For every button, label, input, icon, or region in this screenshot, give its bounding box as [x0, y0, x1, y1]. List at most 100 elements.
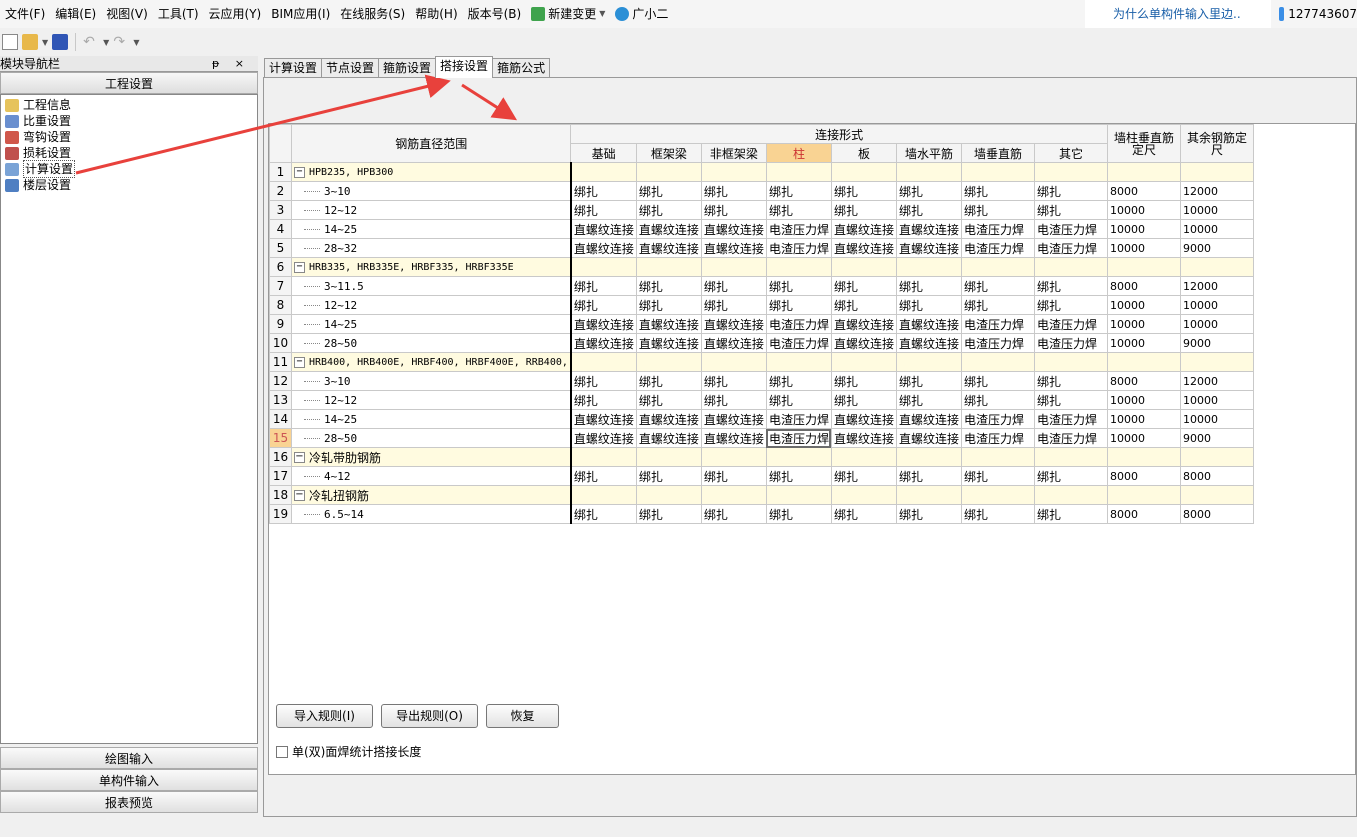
empty-cell[interactable] [960, 447, 1035, 467]
import-rules-button[interactable]: 导入规则(I) [276, 704, 373, 728]
diameter-range-cell[interactable]: 28~50 [290, 428, 572, 448]
connect-cell-foundation[interactable]: 绑扎 [569, 504, 637, 524]
open-folder-icon[interactable] [22, 34, 38, 50]
col-header-column[interactable]: 柱 [765, 143, 832, 163]
collapse-icon[interactable]: − [294, 166, 305, 178]
connect-cell-column[interactable]: 电渣压力焊 [765, 428, 832, 448]
col-header-nonframe-beam[interactable]: 非框架梁 [700, 143, 767, 163]
wall-length-cell[interactable]: 10000 [1106, 200, 1181, 220]
connect-cell-wall-vertical[interactable]: 绑扎 [960, 181, 1035, 201]
connect-cell-other[interactable]: 电渣压力焊 [1033, 409, 1108, 429]
connect-cell-slab[interactable]: 绑扎 [830, 371, 897, 391]
table-row[interactable]: 14 14~25 直螺纹连接 直螺纹连接 直螺纹连接 电渣压力焊 直螺纹连接 直螺纹连接 电渣压… [269, 409, 1254, 429]
wall-length-cell[interactable]: 10000 [1106, 295, 1181, 315]
connect-cell-wall-vertical[interactable]: 绑扎 [960, 504, 1035, 524]
menu-cloud[interactable]: 云应用(Y) [204, 0, 267, 28]
connect-cell-slab[interactable]: 直螺纹连接 [830, 428, 897, 448]
wall-length-cell[interactable]: 8000 [1106, 466, 1181, 486]
weld-lap-checkbox[interactable] [276, 745, 288, 758]
diameter-range-cell[interactable]: 14~25 [290, 219, 572, 239]
other-length-cell[interactable]: 12000 [1179, 181, 1254, 201]
connect-cell-wall-vertical[interactable]: 电渣压力焊 [960, 333, 1035, 353]
connect-cell-frame-beam[interactable]: 绑扎 [635, 390, 702, 410]
collapse-icon[interactable]: − [294, 451, 305, 463]
other-length-cell[interactable]: 12000 [1179, 371, 1254, 391]
restore-button[interactable]: 恢复 [486, 704, 559, 728]
menu-bim[interactable]: BIM应用(I) [266, 0, 335, 28]
connect-cell-nonframe-beam[interactable]: 直螺纹连接 [700, 428, 767, 448]
connect-cell-nonframe-beam[interactable]: 直螺纹连接 [700, 314, 767, 334]
connect-cell-slab[interactable]: 绑扎 [830, 390, 897, 410]
row-number[interactable]: 5 [269, 238, 292, 258]
menu-version[interactable]: 版本号(B) [463, 0, 527, 28]
chevron-down-icon[interactable]: ▼ [42, 38, 48, 47]
connect-cell-slab[interactable]: 直螺纹连接 [830, 333, 897, 353]
connect-cell-frame-beam[interactable]: 绑扎 [635, 295, 702, 315]
connect-cell-slab[interactable]: 绑扎 [830, 276, 897, 296]
connect-cell-nonframe-beam[interactable]: 绑扎 [700, 466, 767, 486]
row-number[interactable]: 13 [269, 390, 292, 410]
table-row[interactable]: 3 12~12 绑扎 绑扎 绑扎 绑扎 绑扎 绑扎 绑扎 绑扎 10000 10000 [269, 200, 1254, 220]
connect-cell-wall-horizontal[interactable]: 绑扎 [895, 200, 962, 220]
col-header-wall-horizontal[interactable]: 墙水平筋 [895, 143, 962, 163]
other-length-cell[interactable]: 10000 [1179, 219, 1254, 239]
connect-cell-slab[interactable]: 绑扎 [830, 200, 897, 220]
diameter-range-cell[interactable]: 3~10 [290, 371, 572, 391]
nav-drawing-input[interactable]: 绘图输入 [0, 747, 258, 769]
connect-cell-wall-vertical[interactable]: 绑扎 [960, 371, 1035, 391]
empty-cell[interactable] [960, 352, 1035, 372]
menu-help[interactable]: 帮助(H) [410, 0, 462, 28]
empty-cell[interactable] [830, 485, 897, 505]
connect-cell-other[interactable]: 绑扎 [1033, 200, 1108, 220]
connect-cell-nonframe-beam[interactable]: 直螺纹连接 [700, 238, 767, 258]
connect-cell-slab[interactable]: 绑扎 [830, 181, 897, 201]
menu-view[interactable]: 视图(V) [101, 0, 153, 28]
row-number[interactable]: 16 [269, 447, 292, 467]
row-number[interactable]: 17 [269, 466, 292, 486]
connect-cell-wall-horizontal[interactable]: 绑扎 [895, 295, 962, 315]
diameter-range-cell[interactable]: 12~12 [290, 200, 572, 220]
tree-item-hook[interactable]: 弯钩设置 [1, 129, 257, 145]
tab-stirrup-settings[interactable]: 箍筋设置 [378, 58, 437, 78]
connect-cell-foundation[interactable]: 直螺纹连接 [569, 314, 637, 334]
connect-cell-foundation[interactable]: 绑扎 [569, 371, 637, 391]
connect-cell-wall-horizontal[interactable]: 直螺纹连接 [895, 238, 962, 258]
connect-cell-other[interactable]: 电渣压力焊 [1033, 333, 1108, 353]
empty-cell[interactable] [635, 485, 702, 505]
connect-cell-wall-horizontal[interactable]: 绑扎 [895, 466, 962, 486]
section-project-settings[interactable]: 工程设置 [0, 72, 258, 94]
other-length-cell[interactable]: 10000 [1179, 314, 1254, 334]
empty-cell[interactable] [1106, 257, 1181, 277]
tab-lap-settings[interactable]: 搭接设置 [435, 56, 494, 78]
wall-length-cell[interactable]: 10000 [1106, 314, 1181, 334]
connect-cell-wall-horizontal[interactable]: 直螺纹连接 [895, 428, 962, 448]
empty-cell[interactable] [1033, 257, 1108, 277]
connect-cell-column[interactable]: 绑扎 [765, 181, 832, 201]
connect-cell-frame-beam[interactable]: 绑扎 [635, 371, 702, 391]
empty-cell[interactable] [700, 485, 767, 505]
table-row[interactable]: 15 28~50 直螺纹连接 直螺纹连接 直螺纹连接 电渣压力焊 直螺纹连接 直螺纹连接 电渣压… [269, 428, 1254, 448]
connect-cell-foundation[interactable]: 绑扎 [569, 466, 637, 486]
wall-length-cell[interactable]: 8000 [1106, 181, 1181, 201]
wall-length-cell[interactable]: 10000 [1106, 219, 1181, 239]
row-number[interactable]: 6 [269, 257, 292, 277]
connect-cell-other[interactable]: 电渣压力焊 [1033, 428, 1108, 448]
empty-cell[interactable] [569, 485, 637, 505]
tree-item-calc[interactable]: 计算设置 [1, 160, 257, 178]
connect-cell-other[interactable]: 电渣压力焊 [1033, 238, 1108, 258]
empty-cell[interactable] [895, 485, 962, 505]
empty-cell[interactable] [1179, 447, 1254, 467]
empty-cell[interactable] [765, 447, 832, 467]
tree-item-project-info[interactable]: 工程信息 [1, 97, 257, 113]
connect-cell-wall-horizontal[interactable]: 绑扎 [895, 504, 962, 524]
table-row[interactable]: 19 6.5~14 绑扎 绑扎 绑扎 绑扎 绑扎 绑扎 绑扎 绑扎 8000 8000 [269, 504, 1254, 524]
row-number[interactable]: 14 [269, 409, 292, 429]
table-row[interactable]: 10 28~50 直螺纹连接 直螺纹连接 直螺纹连接 电渣压力焊 直螺纹连接 直螺纹连接 电渣压… [269, 333, 1254, 353]
other-length-cell[interactable]: 9000 [1179, 238, 1254, 258]
connect-cell-nonframe-beam[interactable]: 绑扎 [700, 390, 767, 410]
row-number[interactable]: 1 [269, 162, 292, 182]
diameter-range-cell[interactable]: 12~12 [290, 390, 572, 410]
menu-online[interactable]: 在线服务(S) [335, 0, 410, 28]
connect-cell-foundation[interactable]: 直螺纹连接 [569, 219, 637, 239]
empty-cell[interactable] [1033, 485, 1108, 505]
